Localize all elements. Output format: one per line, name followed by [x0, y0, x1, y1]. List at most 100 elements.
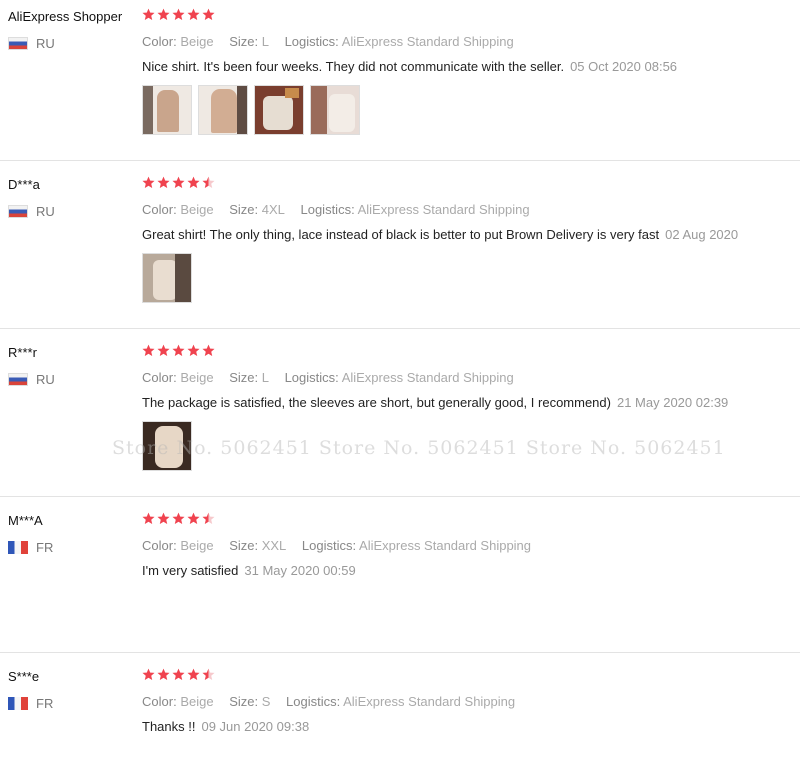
- star-rating: [142, 668, 800, 684]
- order-attributes: Color: Beige Size: 4XL Logistics: AliExp…: [142, 202, 800, 217]
- star-icon: [142, 668, 155, 681]
- logistics-value: AliExpress Standard Shipping: [359, 538, 532, 553]
- star-rating: [142, 176, 800, 192]
- color-value: Beige: [180, 202, 214, 217]
- logistics-label: Logistics:: [284, 370, 339, 385]
- star-icon: [157, 344, 170, 357]
- review-photo-thumbnail[interactable]: [198, 85, 248, 135]
- size-value: XXL: [261, 538, 287, 553]
- size-value: L: [261, 34, 269, 49]
- star-icon: [172, 344, 185, 357]
- logistics-value: AliExpress Standard Shipping: [341, 34, 514, 49]
- size-label: Size:: [229, 34, 259, 49]
- review-body: Color: Beige Size: S Logistics: AliExpre…: [142, 660, 800, 734]
- reviewer-country: FR: [8, 540, 138, 555]
- review-date: 21 May 2020 02:39: [616, 395, 729, 410]
- reviewer-country: FR: [8, 696, 138, 711]
- size-value: L: [261, 370, 269, 385]
- logistics-value: AliExpress Standard Shipping: [357, 202, 530, 217]
- review-date: 05 Oct 2020 08:56: [570, 59, 678, 74]
- order-attributes: Color: Beige Size: L Logistics: AliExpre…: [142, 34, 800, 49]
- reviewer-country: RU: [8, 204, 138, 219]
- star-icon: [172, 512, 185, 525]
- review-content: The package is satisfied, the sleeves ar…: [142, 395, 611, 410]
- star-icon: [187, 668, 200, 681]
- review-user: S***e FR: [8, 660, 138, 711]
- logistics-label: Logistics:: [300, 202, 355, 217]
- country-code: RU: [36, 204, 55, 219]
- star-icon: [157, 668, 170, 681]
- order-attributes: Color: Beige Size: XXL Logistics: AliExp…: [142, 538, 800, 553]
- logistics-label: Logistics:: [301, 538, 357, 553]
- star-icon: [172, 176, 185, 189]
- review-user: AliExpress Shopper RU: [8, 0, 138, 51]
- reviewer-name: D***a: [8, 177, 40, 192]
- star-icon: [157, 176, 170, 189]
- star-rating: [142, 344, 800, 360]
- review-text: I'm very satisfied 31 May 2020 00:59: [142, 563, 800, 578]
- logistics-label: Logistics:: [286, 694, 341, 709]
- star-icon: [172, 668, 185, 681]
- reviewer-name: M***A: [8, 513, 43, 528]
- review-photo-thumbnail[interactable]: [142, 253, 192, 303]
- star-icon: [187, 344, 200, 357]
- review-content: Thanks !!: [142, 719, 196, 734]
- store-watermark: Store No. 5062451 Store No. 5062451 Stor…: [112, 437, 726, 459]
- size-value: 4XL: [261, 202, 285, 217]
- size-value: S: [261, 694, 271, 709]
- star-icon: [157, 8, 170, 21]
- review-photo-thumbnail[interactable]: [254, 85, 304, 135]
- review-photo-thumbnail[interactable]: [310, 85, 360, 135]
- review-user: D***a RU: [8, 168, 138, 219]
- star-icon: [202, 8, 215, 21]
- review-text: Thanks !! 09 Jun 2020 09:38: [142, 719, 800, 734]
- review-content: Nice shirt. It's been four weeks. They d…: [142, 59, 565, 74]
- star-icon: [202, 512, 215, 525]
- review-date: 31 May 2020 00:59: [244, 563, 356, 578]
- color-label: Color:: [142, 202, 177, 217]
- size-label: Size:: [229, 370, 259, 385]
- color-value: Beige: [180, 370, 214, 385]
- review-user: R***r RU: [8, 336, 138, 387]
- size-label: Size:: [229, 202, 259, 217]
- star-icon: [142, 176, 155, 189]
- reviewer-country: RU: [8, 372, 138, 387]
- order-attributes: Color: Beige Size: S Logistics: AliExpre…: [142, 694, 800, 709]
- color-value: Beige: [180, 34, 214, 49]
- size-label: Size:: [229, 538, 259, 553]
- review-item: M***A FR Color: Beige Size: XXL Logistic…: [0, 504, 800, 653]
- country-code: FR: [36, 540, 54, 555]
- reviewer-name: AliExpress Shopper: [8, 9, 123, 24]
- star-icon: [142, 8, 155, 21]
- reviewer-name: R***r: [8, 345, 37, 360]
- color-label: Color:: [142, 694, 177, 709]
- star-icon: [142, 344, 155, 357]
- color-value: Beige: [180, 694, 214, 709]
- star-icon: [187, 176, 200, 189]
- review-body: Color: Beige Size: L Logistics: AliExpre…: [142, 0, 800, 135]
- review-date: 02 Aug 2020: [665, 227, 739, 242]
- review-photo-thumbnail[interactable]: [142, 85, 192, 135]
- review-item: AliExpress Shopper RU Color: Beige Size:…: [0, 0, 800, 161]
- france-flag-icon: [8, 541, 28, 554]
- star-rating: [142, 8, 800, 24]
- color-label: Color:: [142, 538, 177, 553]
- review-text: Great shirt! The only thing, lace instea…: [142, 227, 800, 242]
- russia-flag-icon: [8, 373, 28, 386]
- star-icon: [187, 512, 200, 525]
- star-icon: [202, 344, 215, 357]
- star-icon: [202, 668, 215, 681]
- review-body: Color: Beige Size: 4XL Logistics: AliExp…: [142, 168, 800, 303]
- review-item: S***e FR Color: Beige Size: S Logistics:…: [0, 660, 800, 760]
- review-content: Great shirt! The only thing, lace instea…: [142, 227, 660, 242]
- country-code: FR: [36, 696, 54, 711]
- review-item: D***a RU Color: Beige Size: 4XL Logistic…: [0, 168, 800, 329]
- review-body: Color: Beige Size: XXL Logistics: AliExp…: [142, 504, 800, 578]
- color-label: Color:: [142, 370, 177, 385]
- russia-flag-icon: [8, 205, 28, 218]
- star-icon: [187, 8, 200, 21]
- star-icon: [142, 512, 155, 525]
- star-rating: [142, 512, 800, 528]
- country-code: RU: [36, 372, 55, 387]
- review-text: Nice shirt. It's been four weeks. They d…: [142, 59, 800, 74]
